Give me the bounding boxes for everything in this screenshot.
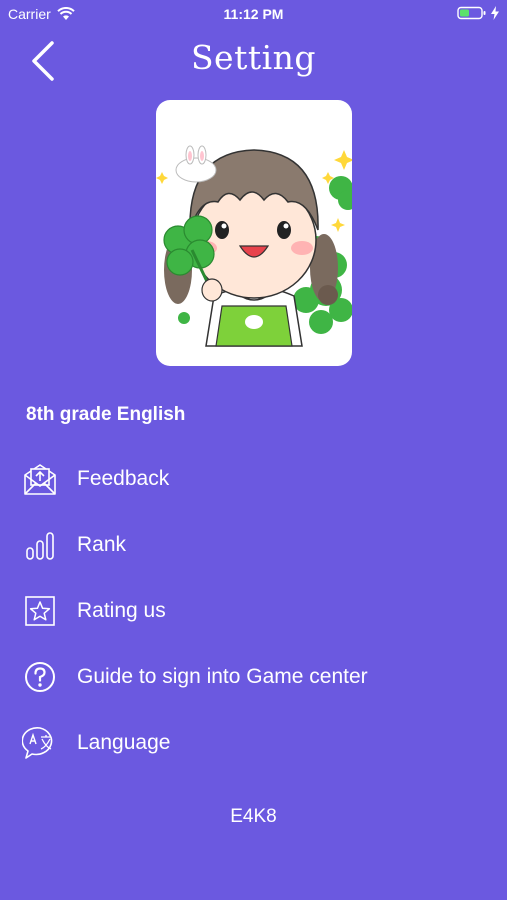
menu-label-rating: Rating us — [77, 599, 166, 622]
menu-item-rating[interactable]: Rating us — [0, 586, 507, 636]
avatar-card[interactable] — [156, 100, 352, 366]
menu-label-rank: Rank — [77, 533, 127, 556]
menu-label-language: Language — [77, 731, 171, 754]
menu-item-game-center-guide[interactable]: Guide to sign into Game center — [0, 652, 507, 702]
star-box-icon — [22, 593, 58, 629]
bar-chart-icon — [22, 527, 58, 563]
status-time: 11:12 PM — [223, 6, 284, 22]
menu-item-rank[interactable]: Rank — [0, 520, 507, 570]
avatar-illustration — [156, 145, 352, 347]
grade-label: 8th grade English — [26, 404, 186, 425]
status-bar: Carrier 11:12 PM — [0, 0, 507, 28]
page-title: Setting — [190, 38, 317, 77]
menu-label-game-center-guide: Guide to sign into Game center — [77, 665, 368, 688]
footer-code: E4K8 — [230, 806, 277, 827]
charging-bolt-icon — [491, 6, 499, 20]
translate-bubble-icon — [22, 725, 58, 761]
menu-item-feedback[interactable]: Feedback — [0, 454, 507, 504]
battery-group — [457, 6, 499, 20]
mail-feedback-icon — [22, 461, 58, 497]
question-circle-icon — [22, 659, 58, 695]
menu-label-feedback: Feedback — [77, 467, 170, 490]
menu-item-language[interactable]: Language — [0, 718, 507, 768]
battery-icon — [457, 6, 486, 20]
